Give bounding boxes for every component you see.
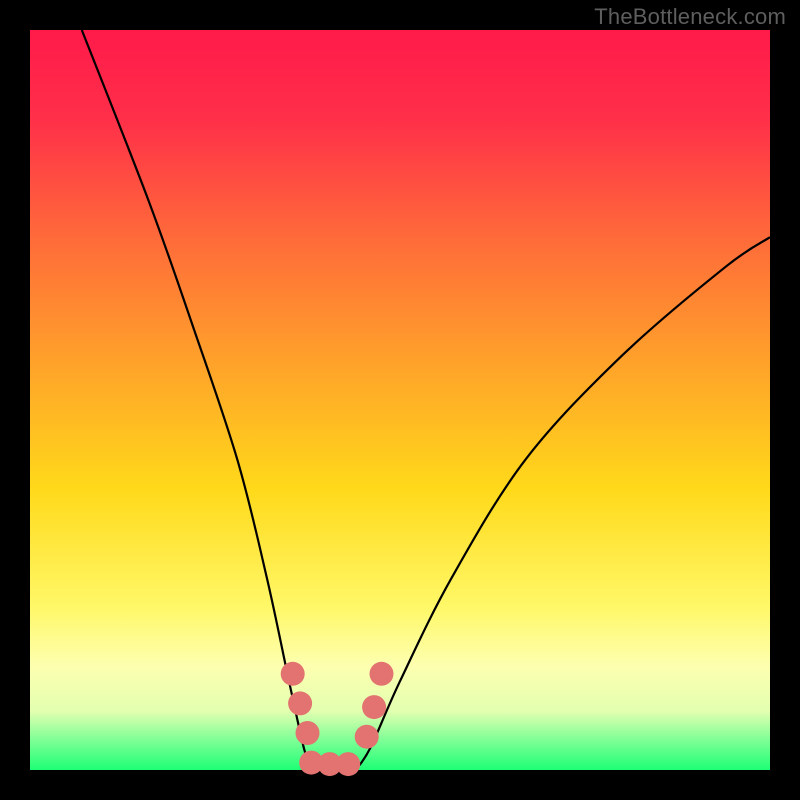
highlight-dot [281,662,305,686]
highlight-dot [296,721,320,745]
highlight-dot [362,695,386,719]
highlight-dot [370,662,394,686]
bottleneck-curve-chart [0,0,800,800]
highlight-dot [336,752,360,776]
highlight-dot [355,725,379,749]
highlight-dot [288,691,312,715]
watermark-text: TheBottleneck.com [594,4,786,30]
chart-frame: { "watermark": "TheBottleneck.com", "cha… [0,0,800,800]
plot-background [30,30,770,770]
